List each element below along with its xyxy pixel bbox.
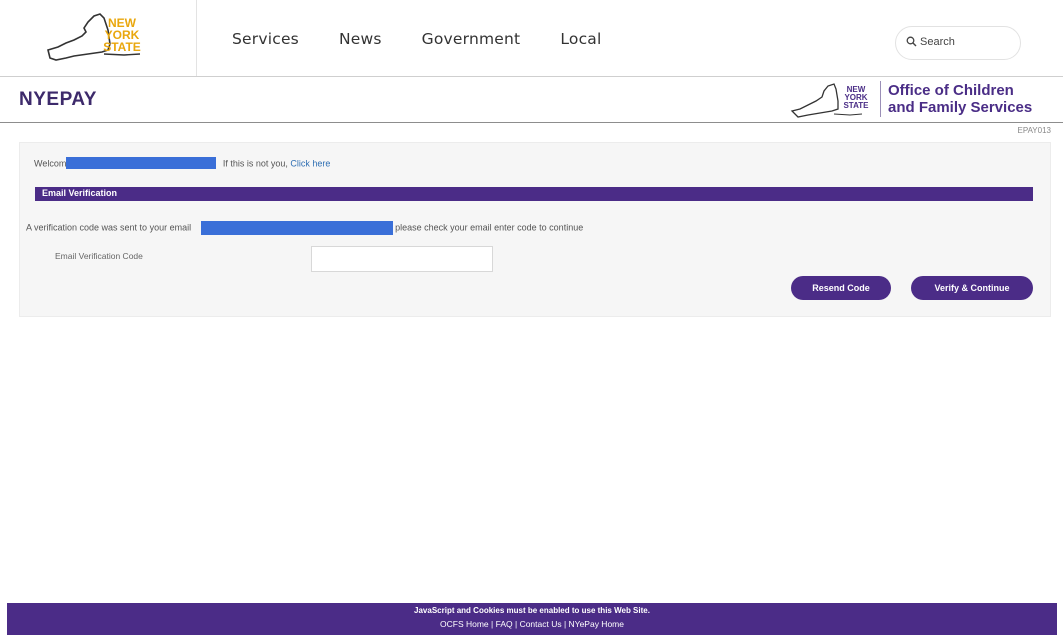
welcome-suffix: If this is not you,: [222, 158, 288, 169]
search-icon: [906, 36, 917, 47]
footer-links: OCFS Home | FAQ | Contact Us | NYePay Ho…: [7, 619, 1057, 629]
footer-separator: |: [561, 619, 569, 629]
footer-requirements-note: JavaScript and Cookies must be enabled t…: [414, 606, 650, 615]
search-input[interactable]: Search: [895, 26, 1021, 60]
redacted-username: [66, 157, 217, 169]
main-nav: Services News Government Local: [232, 30, 642, 48]
verification-message: A verification code was sent to your ema…: [26, 221, 583, 235]
nav-services[interactable]: Services: [232, 30, 299, 48]
nys-logo-link[interactable]: NEW YORK STATE: [0, 0, 197, 76]
app-header: NYEPAY NEW YORK STATE Office of Children…: [0, 77, 1063, 122]
agency-name-line1: Office of Children: [888, 82, 1014, 99]
nys-logo-icon: NEW YORK STATE: [47, 13, 141, 61]
app-title: NYEPAY: [19, 89, 97, 110]
welcome-prefix: Welcom: [34, 158, 67, 169]
welcome-line: Welcom If this is not you, Click here: [34, 157, 330, 170]
verify-continue-button[interactable]: Verify & Continue: [911, 276, 1033, 300]
verification-panel: Welcom If this is not you, Click here Em…: [19, 142, 1051, 317]
footer-separator: |: [512, 619, 520, 629]
verification-code-label: Email Verification Code: [55, 251, 143, 261]
redacted-email: [201, 221, 394, 235]
page-code: EPAY013: [1017, 126, 1051, 135]
agency-logo-divider: [880, 81, 881, 117]
subheader-divider: [0, 122, 1063, 123]
message-prefix: A verification code was sent to your ema…: [26, 222, 192, 233]
nav-government[interactable]: Government: [422, 30, 521, 48]
search-placeholder: Search: [920, 36, 955, 48]
logo-text-line3: STATE: [103, 40, 141, 54]
section-header-email-verification: Email Verification: [35, 187, 1033, 201]
agency-logo-line3: STATE: [843, 101, 869, 110]
footer-link-contact-us[interactable]: Contact Us: [520, 619, 562, 629]
not-you-link[interactable]: Click here: [290, 158, 330, 168]
nav-news[interactable]: News: [339, 30, 382, 48]
top-navigation: NEW YORK STATE Services News Government …: [0, 0, 1063, 76]
footer-link-faq[interactable]: FAQ: [496, 619, 513, 629]
section-title: Email Verification: [42, 188, 118, 198]
verification-code-input[interactable]: [311, 246, 493, 272]
resend-code-button[interactable]: Resend Code: [791, 276, 891, 300]
message-suffix: please check your email enter code to co…: [395, 222, 584, 233]
agency-state-logo-icon: NEW YORK STATE: [790, 83, 869, 118]
agency-name: Office of Children and Family Services: [888, 82, 1032, 116]
footer-separator: |: [488, 619, 496, 629]
footer-link-ocfs-home[interactable]: OCFS Home: [440, 619, 489, 629]
nav-local[interactable]: Local: [560, 30, 601, 48]
footer-link-nyepay-home[interactable]: NYePay Home: [569, 619, 624, 629]
agency-name-line2: and Family Services: [888, 99, 1033, 116]
page-footer: JavaScript and Cookies must be enabled t…: [7, 603, 1057, 635]
